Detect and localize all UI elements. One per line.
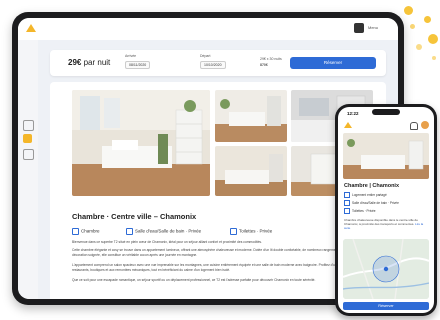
phone-device: 12:22 Chambre | Chamonix Logement entier… <box>335 104 437 316</box>
description-paragraph: L'appartement comprend un salon spacieux… <box>72 263 362 272</box>
main-photo[interactable] <box>72 90 210 196</box>
calendar-icon[interactable] <box>23 149 34 160</box>
price-summary: 29€ x 30 nuits <box>260 57 282 61</box>
arrival-label: Arrivée <box>125 54 137 58</box>
departure-date-field[interactable]: 10/10/2020 <box>200 61 226 69</box>
menu-label[interactable]: Menu <box>368 25 378 30</box>
bed-icon <box>72 228 79 235</box>
departure-label: Départ <box>200 54 211 58</box>
location-map[interactable] <box>343 239 429 299</box>
toilet-icon <box>230 228 237 235</box>
grid-icon[interactable] <box>23 120 34 131</box>
toilet-icon <box>344 208 350 214</box>
phone-feature: Logement entier partagé <box>344 192 387 198</box>
feature-toilet: Toilettes · Privée <box>230 228 272 235</box>
phone-description: Chambre chaleureuse disponible dans le c… <box>344 218 424 230</box>
photo-4[interactable] <box>215 146 287 196</box>
photo-2[interactable] <box>215 90 287 142</box>
brand-logo-icon[interactable] <box>26 24 36 32</box>
phone-reserve-button[interactable]: Réserver <box>343 302 429 310</box>
bath-icon <box>126 228 133 235</box>
bell-icon[interactable] <box>410 122 418 130</box>
phone-main-photo[interactable] <box>343 133 429 179</box>
bath-icon <box>344 200 350 206</box>
arrival-date-field[interactable]: 08/11/2020 <box>125 61 151 69</box>
description-paragraph: Cette chambre élégante et cosy se trouve… <box>72 248 367 257</box>
description-paragraph: Que ce soit pour une escapade romantique… <box>72 278 316 282</box>
feature-bathroom: Salle d'eau/Salle de bain · Privée <box>126 228 201 235</box>
top-bar: Menu <box>18 18 398 40</box>
home-icon <box>344 192 350 198</box>
description-paragraph: Bienvenue dans ce superbe T2 situé en pl… <box>72 240 262 244</box>
home-icon[interactable] <box>354 23 364 33</box>
reserve-button[interactable]: Réserver <box>290 57 376 69</box>
nightly-price: 29€ par nuit <box>68 58 111 67</box>
phone-notch <box>372 109 400 115</box>
phone-listing-title: Chambre | Chamonix <box>344 183 400 189</box>
brand-logo-icon[interactable] <box>344 122 352 128</box>
booking-bar: 29€ par nuit Arrivée 08/11/2020 Départ 1… <box>50 50 386 76</box>
avatar[interactable] <box>421 121 429 129</box>
feature-bedroom: Chambre <box>72 228 100 235</box>
price-total: 870€ <box>260 63 268 67</box>
home-icon[interactable] <box>23 134 32 143</box>
status-time: 12:22 <box>347 111 359 116</box>
sidebar <box>18 40 38 299</box>
phone-screen: 12:22 Chambre | Chamonix Logement entier… <box>338 107 434 313</box>
phone-feature: Salle d'eau/Salle de bain · Privée <box>344 200 399 206</box>
listing-title: Chambre · Centre ville – Chamonix <box>72 212 197 221</box>
phone-feature: Toilettes · Privée <box>344 208 376 214</box>
